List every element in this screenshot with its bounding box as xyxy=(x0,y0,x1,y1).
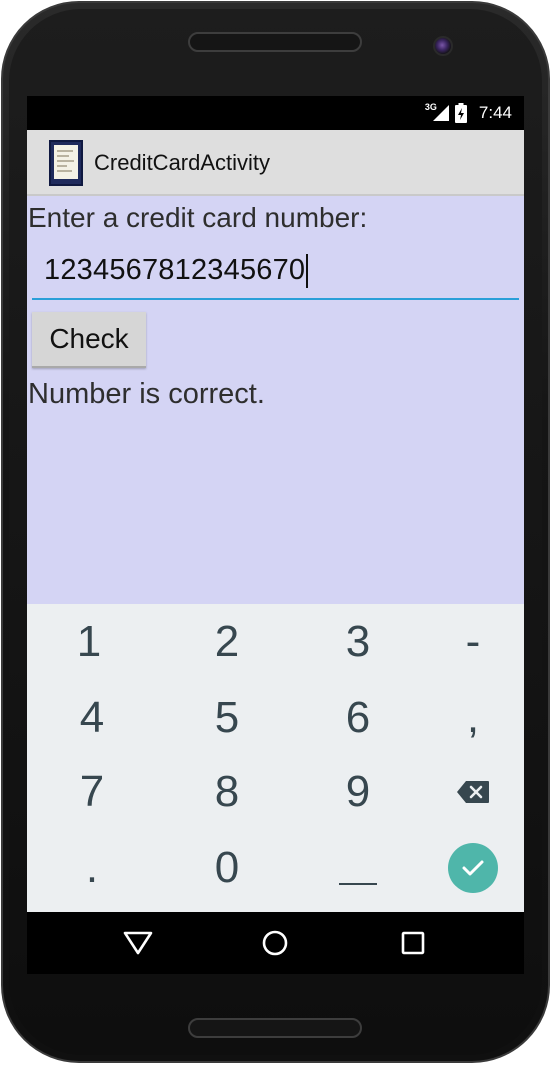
app-icon xyxy=(49,140,83,186)
main-content: Enter a credit card number: 123456781234… xyxy=(27,196,524,604)
back-icon xyxy=(123,931,153,955)
navigation-bar xyxy=(27,912,524,974)
key-space[interactable] xyxy=(296,830,420,906)
key-enter[interactable] xyxy=(411,830,524,906)
backspace-icon xyxy=(457,781,489,803)
result-message: Number is correct. xyxy=(28,378,265,410)
front-camera xyxy=(433,36,453,56)
check-button[interactable]: Check xyxy=(32,312,146,368)
key-comma[interactable]: , xyxy=(411,680,524,756)
enter-key-circle xyxy=(448,843,498,893)
home-icon xyxy=(262,930,288,956)
network-type-label: 3G xyxy=(424,102,437,112)
key-dash[interactable]: - xyxy=(411,604,524,680)
card-number-input[interactable]: 1234567812345670 xyxy=(32,248,519,300)
key-6[interactable]: 6 xyxy=(296,680,420,756)
recents-button[interactable] xyxy=(397,927,429,959)
key-3[interactable]: 3 xyxy=(296,604,420,680)
recents-icon xyxy=(401,931,425,955)
status-icons: 3G 7:44 xyxy=(425,102,512,124)
battery-icon xyxy=(454,103,467,123)
screen: 3G 7:44 CreditCardActivity Enter a credi… xyxy=(27,96,524,974)
key-7[interactable]: 7 xyxy=(30,754,154,830)
status-clock: 7:44 xyxy=(478,103,512,122)
numeric-keyboard: 1 2 3 - 4 5 6 , 7 8 9 . 0 xyxy=(27,604,524,912)
home-button[interactable] xyxy=(259,927,291,959)
key-period[interactable]: . xyxy=(30,830,154,906)
app-title: CreditCardActivity xyxy=(94,150,271,175)
action-bar: CreditCardActivity xyxy=(27,130,524,196)
card-number-prompt: Enter a credit card number: xyxy=(28,202,368,233)
top-speaker xyxy=(188,32,362,52)
text-cursor xyxy=(306,254,309,289)
key-1[interactable]: 1 xyxy=(27,604,151,680)
key-9[interactable]: 9 xyxy=(296,754,420,830)
key-4[interactable]: 4 xyxy=(30,680,154,756)
key-8[interactable]: 8 xyxy=(165,754,289,830)
space-icon xyxy=(339,883,377,885)
back-button[interactable] xyxy=(122,927,154,959)
key-2[interactable]: 2 xyxy=(165,604,289,680)
bottom-speaker xyxy=(188,1018,362,1038)
card-number-value: 1234567812345670 xyxy=(44,254,309,289)
enter-check-icon xyxy=(462,860,484,876)
status-bar: 3G 7:44 xyxy=(27,96,524,130)
key-backspace[interactable] xyxy=(411,754,524,830)
key-5[interactable]: 5 xyxy=(165,680,289,756)
key-0[interactable]: 0 xyxy=(165,830,289,906)
